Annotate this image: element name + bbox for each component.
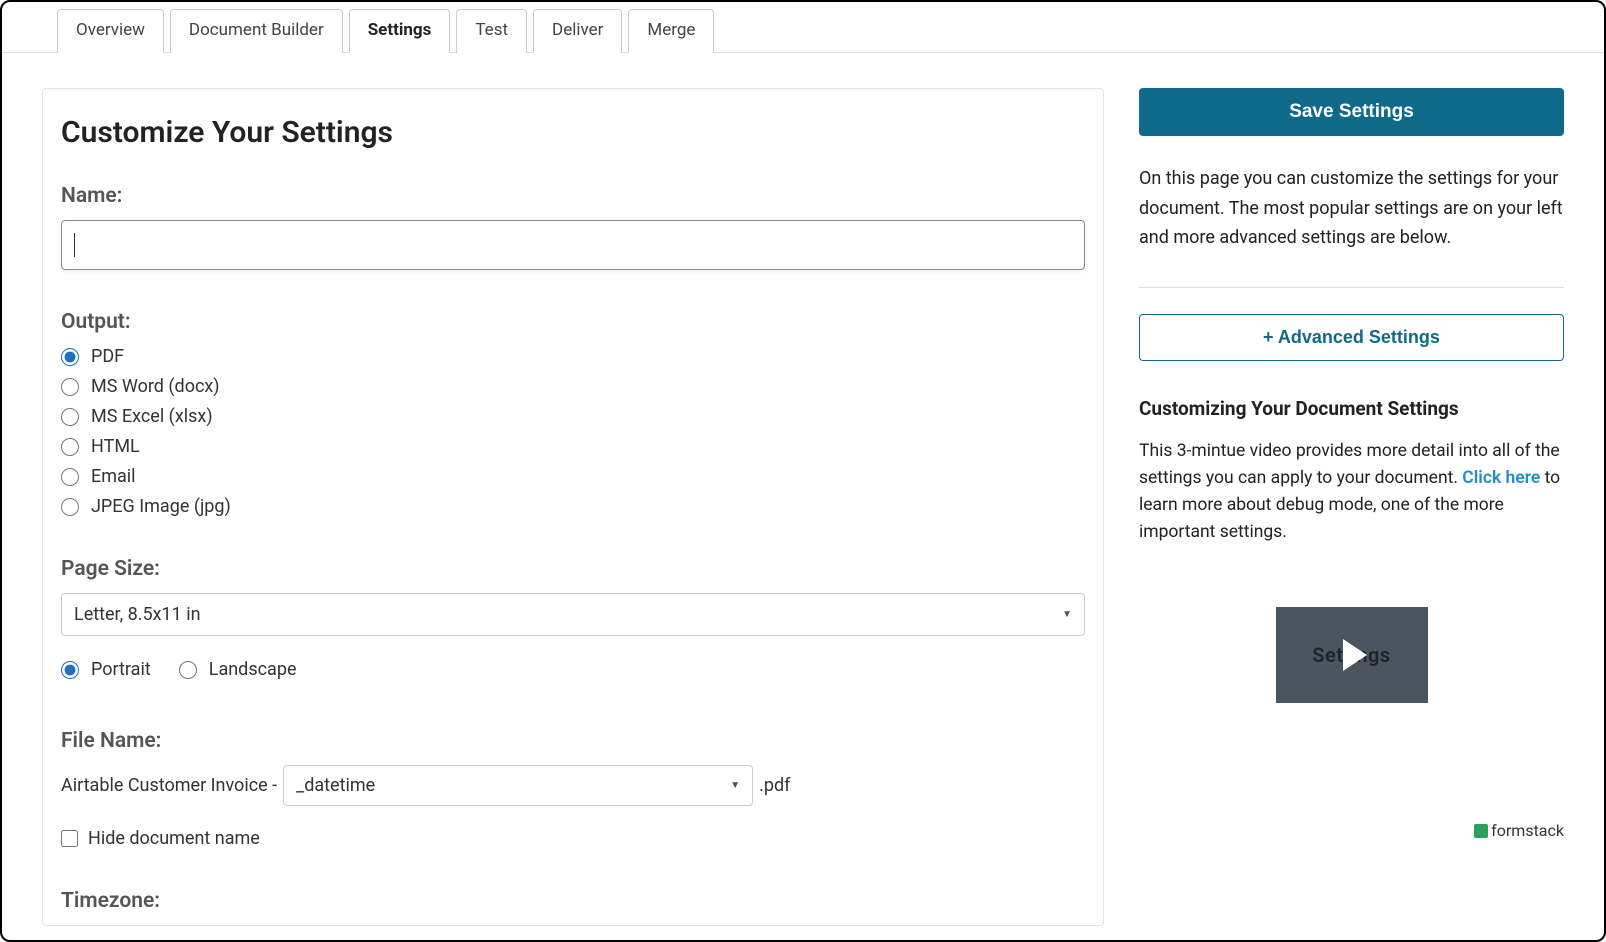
orientation-radio-group: Portrait Landscape: [61, 650, 1085, 689]
advanced-settings-button[interactable]: + Advanced Settings: [1139, 314, 1564, 361]
timezone-label: Timezone:: [61, 889, 1085, 913]
file-name-prefix: Airtable Customer Invoice -: [61, 775, 277, 796]
settings-panel: Customize Your Settings Name: Output: PD…: [42, 88, 1104, 926]
output-radio-html[interactable]: [61, 438, 79, 456]
click-here-link[interactable]: Click here: [1462, 468, 1540, 488]
output-radio-group: PDF MS Word (docx) MS Excel (xlsx) HTML: [61, 346, 1085, 517]
output-option-label[interactable]: HTML: [91, 436, 140, 457]
output-radio-xlsx[interactable]: [61, 408, 79, 426]
sidebar-intro: On this page you can customize the setti…: [1139, 164, 1564, 253]
orientation-radio-landscape[interactable]: [179, 661, 197, 679]
output-radio-email[interactable]: [61, 468, 79, 486]
play-icon: [1343, 639, 1367, 671]
sidebar: Save Settings On this page you can custo…: [1139, 88, 1564, 926]
hide-document-name-label[interactable]: Hide document name: [88, 828, 260, 849]
output-radio-docx[interactable]: [61, 378, 79, 396]
orientation-radio-portrait[interactable]: [61, 661, 79, 679]
brand-text: formstack: [1491, 821, 1564, 840]
tab-settings[interactable]: Settings: [349, 9, 451, 53]
help-text: This 3-mintue video provides more detail…: [1139, 438, 1564, 547]
page-size-label: Page Size:: [61, 557, 1085, 581]
orientation-option-label[interactable]: Landscape: [209, 659, 297, 680]
tabs-bar: Overview Document Builder Settings Test …: [2, 2, 1604, 53]
page-title: Customize Your Settings: [61, 115, 1085, 150]
hide-document-name-checkbox[interactable]: [61, 830, 78, 847]
output-label: Output:: [61, 310, 1085, 334]
chevron-down-icon: ▼: [1062, 609, 1072, 620]
file-name-extension: .pdf: [759, 775, 790, 796]
page-size-select[interactable]: Letter, 8.5x11 in ▼: [61, 593, 1085, 636]
tab-overview[interactable]: Overview: [57, 9, 164, 53]
tab-document-builder[interactable]: Document Builder: [170, 9, 343, 53]
tab-deliver[interactable]: Deliver: [533, 9, 622, 53]
name-label: Name:: [61, 184, 1085, 208]
page-size-value: Letter, 8.5x11 in: [74, 604, 201, 625]
file-name-label: File Name:: [61, 729, 1085, 753]
save-settings-button[interactable]: Save Settings: [1139, 88, 1564, 136]
chevron-down-icon: ▼: [730, 780, 740, 791]
divider: [1139, 287, 1564, 288]
output-radio-jpg[interactable]: [61, 498, 79, 516]
video-thumbnail[interactable]: Settings: [1276, 607, 1428, 703]
formstack-icon: [1474, 824, 1488, 838]
output-radio-pdf[interactable]: [61, 348, 79, 366]
brand-badge: formstack: [1474, 821, 1564, 840]
output-option-label[interactable]: Email: [91, 466, 136, 487]
tab-test[interactable]: Test: [456, 9, 527, 53]
file-name-suffix-value: _datetime: [296, 775, 375, 796]
file-name-suffix-select[interactable]: _datetime ▼: [283, 765, 753, 806]
output-option-label[interactable]: JPEG Image (jpg): [91, 496, 231, 517]
help-heading: Customizing Your Document Settings: [1139, 397, 1564, 420]
name-input[interactable]: [61, 220, 1085, 270]
output-option-label[interactable]: MS Word (docx): [91, 376, 220, 397]
orientation-option-label[interactable]: Portrait: [91, 659, 151, 680]
tab-merge[interactable]: Merge: [628, 9, 714, 53]
output-option-label[interactable]: MS Excel (xlsx): [91, 406, 213, 427]
output-option-label[interactable]: PDF: [91, 346, 124, 367]
